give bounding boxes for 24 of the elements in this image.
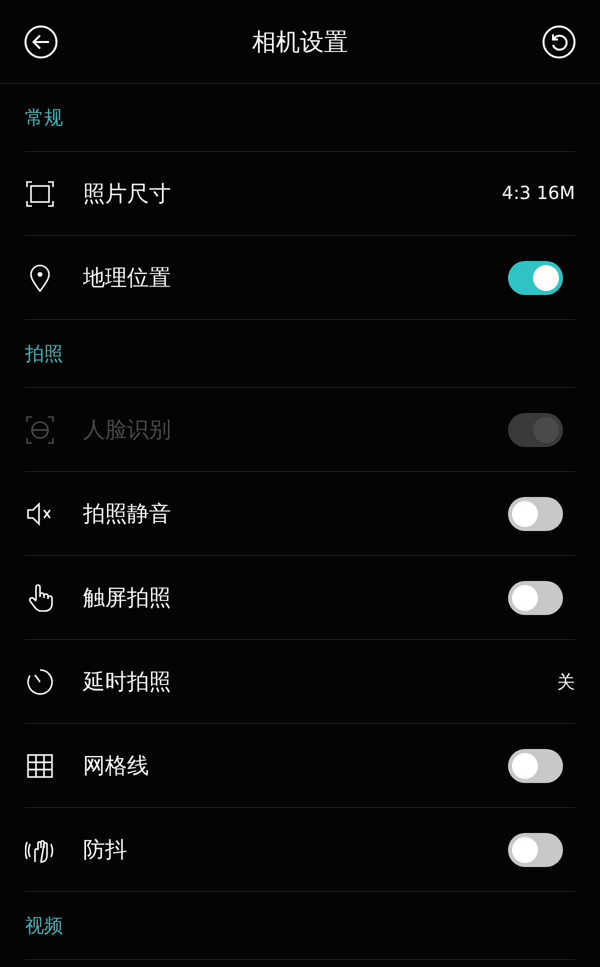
setting-label: 延时拍照 bbox=[83, 668, 172, 696]
setting-label: 网格线 bbox=[83, 752, 150, 780]
toggle-switch[interactable] bbox=[508, 496, 563, 530]
section-header: 拍照 bbox=[25, 342, 63, 366]
toggle-switch[interactable] bbox=[508, 832, 563, 866]
setting-value[interactable]: 4:3 16M bbox=[502, 183, 575, 204]
reset-icon[interactable] bbox=[542, 24, 576, 58]
toggle-switch[interactable] bbox=[508, 260, 563, 294]
face-scan-icon bbox=[25, 414, 55, 444]
toggle-switch[interactable] bbox=[508, 580, 563, 614]
screen-title: 相机设置 bbox=[252, 26, 348, 58]
timer-icon bbox=[25, 666, 55, 696]
setting-label: 照片尺寸 bbox=[83, 180, 172, 208]
frame-icon bbox=[25, 178, 55, 208]
section-header: 视频 bbox=[25, 914, 63, 938]
setting-label: 防抖 bbox=[83, 836, 128, 864]
toggle-switch[interactable] bbox=[508, 748, 563, 782]
setting-label: 拍照静音 bbox=[83, 500, 172, 528]
back-icon[interactable] bbox=[24, 24, 58, 58]
setting-label: 触屏拍照 bbox=[83, 584, 172, 612]
setting-value[interactable]: 关 bbox=[557, 670, 575, 694]
section-header: 常规 bbox=[25, 106, 63, 130]
setting-label: 人脸识别 bbox=[83, 416, 172, 444]
setting-label: 地理位置 bbox=[83, 264, 172, 292]
